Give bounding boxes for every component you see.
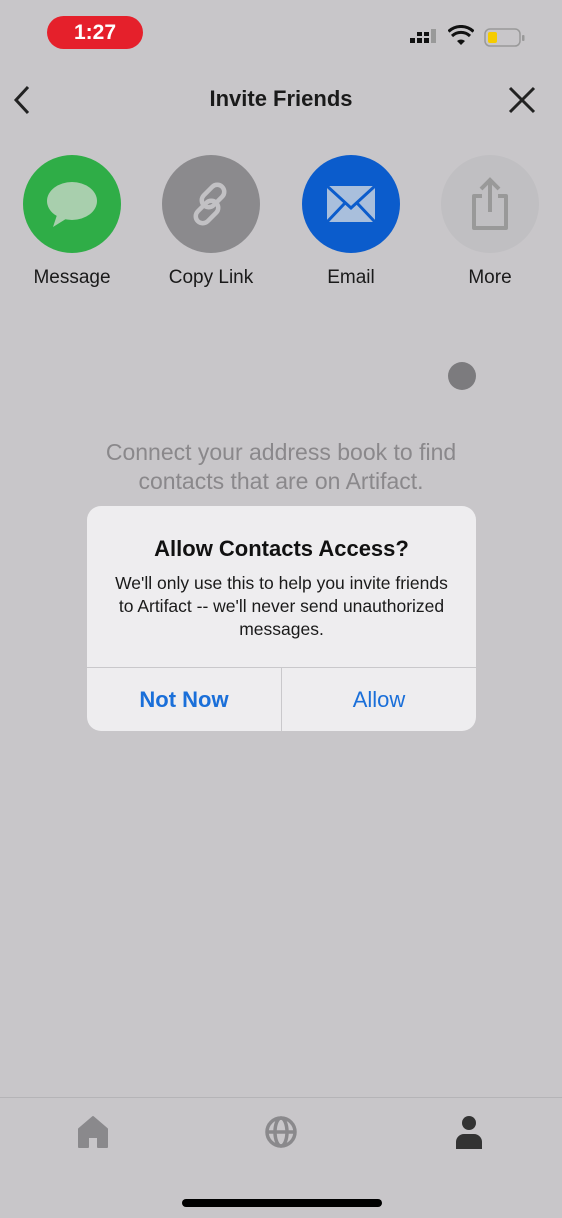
link-icon <box>162 155 260 253</box>
close-icon <box>508 86 536 114</box>
share-email-button[interactable]: Email <box>301 155 401 289</box>
page-title: Invite Friends <box>209 86 353 111</box>
alert-title: Allow Contacts Access? <box>154 536 409 561</box>
share-copy-link-button[interactable]: Copy Link <box>161 155 261 289</box>
home-indicator <box>182 1199 382 1207</box>
tab-bar-divider <box>0 1097 562 1098</box>
globe-icon <box>265 1116 297 1148</box>
tab-home[interactable] <box>73 1112 113 1152</box>
tab-explore[interactable] <box>261 1112 301 1152</box>
loading-dot <box>448 362 476 390</box>
tab-profile[interactable] <box>449 1112 489 1152</box>
share-label: Message <box>33 267 111 288</box>
status-time: 1:27 <box>47 16 143 49</box>
wifi-icon <box>447 24 475 52</box>
share-more-button[interactable]: More <box>440 155 540 289</box>
home-icon <box>78 1116 108 1148</box>
share-icon <box>441 155 539 253</box>
profile-icon <box>456 1116 482 1149</box>
message-bubble-icon <box>23 155 121 253</box>
contacts-permission-alert: Allow Contacts Access? We'll only use th… <box>87 506 476 731</box>
share-message-button[interactable]: Message <box>22 155 122 289</box>
close-button[interactable] <box>507 85 537 120</box>
not-now-button[interactable]: Not Now <box>87 668 282 731</box>
battery-icon <box>484 28 526 53</box>
envelope-icon <box>302 155 400 253</box>
share-label: More <box>468 267 512 288</box>
alert-message: We'll only use this to help you invite f… <box>115 573 448 639</box>
connect-contacts-message: Connect your address book to find contac… <box>105 439 457 494</box>
share-label: Copy Link <box>168 267 254 288</box>
allow-button[interactable]: Allow <box>282 668 476 731</box>
signal-icon <box>410 28 440 53</box>
share-label: Email <box>327 267 375 288</box>
